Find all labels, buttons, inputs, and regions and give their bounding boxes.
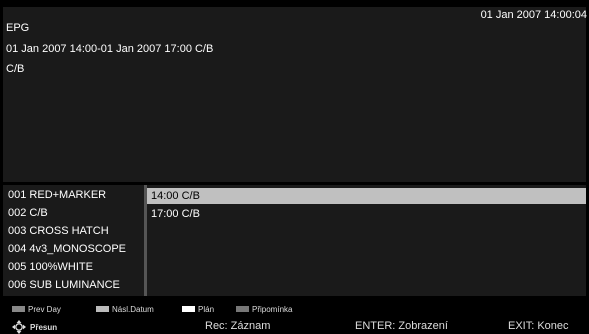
color-key-legend: Prev Day Násl.Datum Plán Připomínka <box>0 302 589 316</box>
channel-item-005[interactable]: 005 100%WHITE <box>8 261 144 273</box>
red-key-prev-day[interactable]: Prev Day <box>12 302 61 316</box>
red-key-swatch <box>12 306 25 312</box>
channel-item-001[interactable]: 001 RED+MARKER <box>8 189 144 201</box>
yellow-key-schedule[interactable]: Plán <box>182 302 214 316</box>
enter-hint: ENTER: Zobrazení <box>355 320 448 332</box>
red-key-label: Prev Day <box>28 304 61 314</box>
yellow-key-label: Plán <box>198 304 215 314</box>
channel-item-006[interactable]: 006 SUB LUMINANCE <box>8 279 144 291</box>
four-way-arrow-icon <box>12 320 26 334</box>
navigation-hints-bar: Přesun Rec: Záznam ENTER: Zobrazení EXIT… <box>0 318 589 334</box>
yellow-key-swatch <box>182 306 195 312</box>
current-datetime: 01 Jan 2007 14:00:04 <box>480 9 587 21</box>
green-key-next-date[interactable]: Násl.Datum <box>96 302 154 316</box>
program-item[interactable]: 17:00 C/B <box>147 206 586 222</box>
program-time-range: 01 Jan 2007 14:00-01 Jan 2007 17:00 C/B <box>6 43 214 55</box>
program-description: C/B <box>6 63 25 75</box>
channel-item-003[interactable]: 003 CROSS HATCH <box>8 225 144 237</box>
green-key-swatch <box>96 306 109 312</box>
channel-item-002[interactable]: 002 C/B <box>8 207 144 219</box>
blue-key-label: Připomínka <box>252 304 293 314</box>
channel-list: 001 RED+MARKER 002 C/B 003 CROSS HATCH 0… <box>3 185 144 296</box>
green-key-label: Násl.Datum <box>112 304 154 314</box>
epg-screen: { "header": { "title": "EPG", "datetime"… <box>0 0 589 334</box>
move-hint: Přesun <box>12 320 57 334</box>
program-info-panel: EPG 01 Jan 2007 14:00-01 Jan 2007 17:00 … <box>3 7 586 182</box>
exit-hint: EXIT: Konec <box>508 320 569 332</box>
program-item-selected[interactable]: 14:00 C/B <box>147 188 586 204</box>
blue-key-swatch <box>236 306 249 312</box>
move-hint-label: Přesun <box>30 322 58 332</box>
epg-title: EPG <box>6 22 30 34</box>
channel-item-004[interactable]: 004 4v3_MONOSCOPE <box>8 243 144 255</box>
rec-hint: Rec: Záznam <box>205 320 271 332</box>
program-list: 14:00 C/B 17:00 C/B <box>147 185 586 296</box>
blue-key-reminder[interactable]: Připomínka <box>236 302 292 316</box>
